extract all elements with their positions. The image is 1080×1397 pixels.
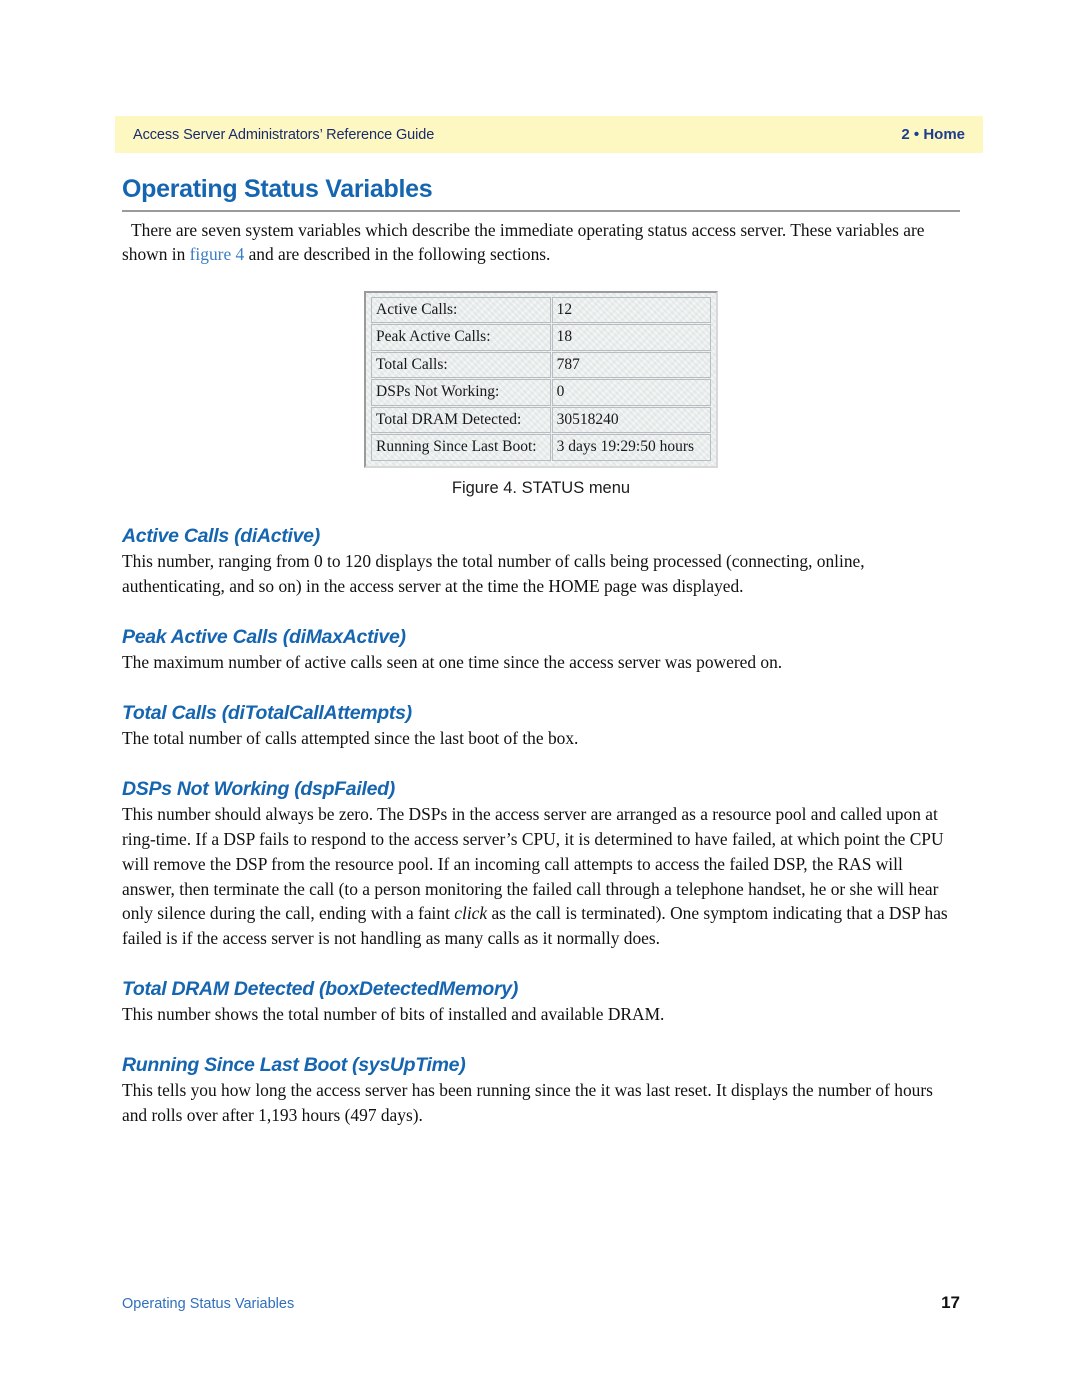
section-body: This number, ranging from 0 to 120 displ… <box>122 551 865 597</box>
section-active-calls: Active Calls (diActive) This number, ran… <box>122 525 960 599</box>
page-title: Operating Status Variables <box>122 175 433 203</box>
section-body: The maximum number of active calls seen … <box>122 652 783 673</box>
status-value: 12 <box>551 296 711 324</box>
section-heading: Total DRAM Detected (boxDetectedMemory) <box>122 977 519 1000</box>
section-body: This number should always be zero. The D… <box>122 802 960 950</box>
figure-4: Active Calls: 12 Peak Active Calls: 18 T… <box>122 290 960 498</box>
status-label: DSPs Not Working: <box>371 379 551 406</box>
figure-4-link[interactable]: figure 4 <box>190 244 245 264</box>
status-value: 18 <box>551 324 711 351</box>
intro-paragraph: There are seven system variables which d… <box>122 218 960 267</box>
title-divider <box>122 209 960 212</box>
guide-title: Access Server Administrators’ Reference … <box>133 126 435 143</box>
page-footer: Operating Status Variables 17 <box>122 1293 960 1313</box>
intro-text-after-link: and are described in the following secti… <box>244 244 551 265</box>
section-heading: Active Calls (diActive) <box>122 524 320 547</box>
section-heading: DSPs Not Working (dspFailed) <box>122 777 395 800</box>
section-peak-active-calls: Peak Active Calls (diMaxActive) The maxi… <box>122 626 960 675</box>
figure-caption: Figure 4. STATUS menu <box>451 478 631 497</box>
section-body-emphasis: click <box>454 903 488 924</box>
section-total-calls: Total Calls (diTotalCallAttempts) The to… <box>122 702 960 751</box>
table-row: Total Calls: 787 <box>371 351 711 379</box>
section-body: This tells you how long the access serve… <box>122 1080 933 1125</box>
section-body: This number shows the total number of bi… <box>122 1004 665 1025</box>
status-label: Total Calls: <box>371 351 551 379</box>
status-menu-table: Active Calls: 12 Peak Active Calls: 18 T… <box>364 290 718 468</box>
status-value: 787 <box>551 351 711 379</box>
page-number: 17 <box>941 1293 960 1312</box>
page-header-band: Access Server Administrators’ Reference … <box>115 116 983 153</box>
status-value: 0 <box>551 379 711 406</box>
section-heading: Running Since Last Boot (sysUpTime) <box>122 1053 466 1076</box>
section-dsps-not-working: DSPs Not Working (dspFailed) This number… <box>122 778 960 951</box>
status-value: 30518240 <box>551 406 711 434</box>
status-label: Running Since Last Boot: <box>371 434 551 461</box>
table-row: DSPs Not Working: 0 <box>371 379 711 406</box>
section-body: The total number of calls attempted sinc… <box>122 728 579 749</box>
page-content: Operating Status Variables There are sev… <box>122 175 960 1128</box>
status-label: Active Calls: <box>371 296 551 324</box>
chapter-marker: 2 • Home <box>901 126 965 143</box>
section-heading: Total Calls (diTotalCallAttempts) <box>122 701 412 724</box>
table-row: Running Since Last Boot: 3 days 19:29:50… <box>371 434 711 461</box>
table-row: Total DRAM Detected: 30518240 <box>371 406 711 434</box>
status-label: Peak Active Calls: <box>371 324 551 351</box>
status-label: Total DRAM Detected: <box>371 406 551 434</box>
status-value: 3 days 19:29:50 hours <box>551 434 711 461</box>
section-running-since-last-boot: Running Since Last Boot (sysUpTime) This… <box>122 1054 960 1128</box>
section-total-dram-detected: Total DRAM Detected (boxDetectedMemory) … <box>122 978 960 1027</box>
footer-section-label: Operating Status Variables <box>122 1296 295 1312</box>
table-row: Active Calls: 12 <box>371 296 711 324</box>
table-row: Peak Active Calls: 18 <box>371 324 711 351</box>
section-heading: Peak Active Calls (diMaxActive) <box>122 625 406 648</box>
